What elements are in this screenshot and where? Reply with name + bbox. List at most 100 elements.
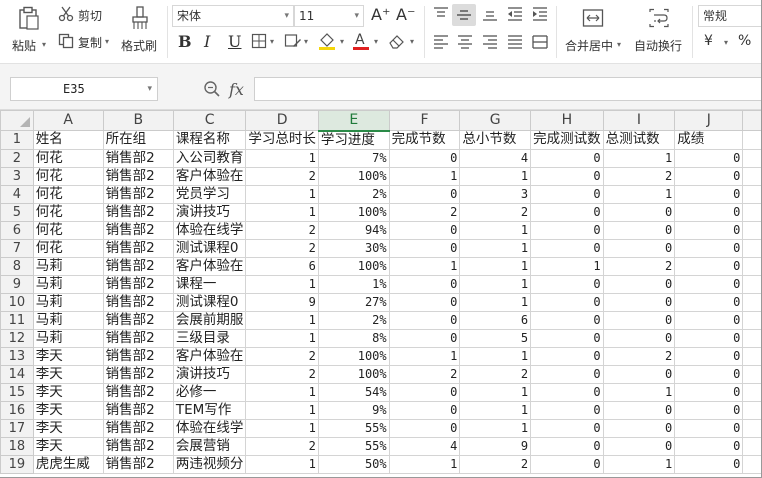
column-header-next[interactable] — [742, 110, 762, 131]
cell-f6[interactable]: 0 — [388, 220, 461, 240]
column-header-i[interactable]: I — [602, 110, 676, 131]
fx-icon[interactable]: fx — [229, 80, 244, 99]
cell-c3[interactable]: 客户体验在 — [172, 166, 247, 186]
merge-center-button[interactable]: 合并居中 ▾ — [562, 2, 624, 62]
cell-empty[interactable] — [742, 418, 762, 438]
cell-a12[interactable]: 马莉 — [32, 328, 104, 348]
cell-g11[interactable]: 6 — [459, 310, 532, 330]
cell-i2[interactable]: 1 — [602, 148, 676, 168]
row-header[interactable]: 14 — [0, 364, 34, 384]
cell-f1[interactable]: 完成节数 — [388, 130, 461, 150]
cell-b1[interactable]: 所在组 — [102, 130, 174, 150]
row-header[interactable]: 1 — [0, 130, 34, 150]
cell-f17[interactable]: 0 — [388, 418, 461, 438]
cell-j17[interactable]: 0 — [674, 418, 744, 438]
cell-j14[interactable]: 0 — [674, 364, 744, 384]
cell-a4[interactable]: 何花 — [32, 184, 104, 204]
cell-d1[interactable]: 学习总时长 — [245, 130, 319, 150]
cell-h19[interactable]: 0 — [530, 454, 604, 474]
cell-e5[interactable]: 100% — [317, 202, 390, 222]
cell-d9[interactable]: 1 — [245, 274, 319, 294]
cell-j5[interactable]: 0 — [674, 202, 744, 222]
cell-j16[interactable]: 0 — [674, 400, 744, 420]
cell-g8[interactable]: 1 — [459, 256, 532, 276]
cell-j19[interactable]: 0 — [674, 454, 744, 474]
row-header[interactable]: 7 — [0, 238, 34, 258]
row-header[interactable]: 5 — [0, 202, 34, 222]
cell-b8[interactable]: 销售部2 — [102, 256, 174, 276]
cell-i8[interactable]: 2 — [602, 256, 676, 276]
cell-f4[interactable]: 0 — [388, 184, 461, 204]
cell-j13[interactable]: 0 — [674, 346, 744, 366]
cell-g4[interactable]: 3 — [459, 184, 532, 204]
format-painter-button[interactable]: 格式刷 — [118, 2, 162, 62]
cell-d5[interactable]: 1 — [245, 202, 319, 222]
cell-empty[interactable] — [742, 274, 762, 294]
row-header[interactable]: 12 — [0, 328, 34, 348]
cell-c15[interactable]: 必修一 — [172, 382, 247, 402]
cell-f7[interactable]: 0 — [388, 238, 461, 258]
select-all-corner[interactable] — [0, 110, 34, 131]
column-header-h[interactable]: H — [530, 110, 604, 131]
cell-d14[interactable]: 2 — [245, 364, 319, 384]
cell-f18[interactable]: 4 — [388, 436, 461, 456]
cell-a15[interactable]: 李天 — [32, 382, 104, 402]
cell-h6[interactable]: 0 — [530, 220, 604, 240]
percent-button[interactable]: % — [738, 33, 751, 49]
cell-empty[interactable] — [742, 292, 762, 312]
align-bottom-icon[interactable] — [481, 6, 499, 22]
cell-a11[interactable]: 马莉 — [32, 310, 104, 330]
row-header[interactable]: 4 — [0, 184, 34, 204]
cell-d19[interactable]: 1 — [245, 454, 319, 474]
cell-e8[interactable]: 100% — [317, 256, 390, 276]
cell-g15[interactable]: 1 — [459, 382, 532, 402]
bold-button[interactable]: B — [178, 32, 192, 51]
cell-i17[interactable]: 0 — [602, 418, 676, 438]
cell-c4[interactable]: 党员学习 — [172, 184, 247, 204]
cell-h7[interactable]: 0 — [530, 238, 604, 258]
cell-g6[interactable]: 1 — [459, 220, 532, 240]
cell-i19[interactable]: 1 — [602, 454, 676, 474]
cell-h12[interactable]: 0 — [530, 328, 604, 348]
cell-i3[interactable]: 2 — [602, 166, 676, 186]
cell-h17[interactable]: 0 — [530, 418, 604, 438]
cell-d15[interactable]: 1 — [245, 382, 319, 402]
font-size-select[interactable]: 11 ▾ — [294, 5, 364, 27]
cell-b15[interactable]: 销售部2 — [102, 382, 174, 402]
cell-h3[interactable]: 0 — [530, 166, 604, 186]
row-header[interactable]: 18 — [0, 436, 34, 456]
paste-button[interactable]: 粘贴 ▾ — [8, 2, 50, 62]
cell-a18[interactable]: 李天 — [32, 436, 104, 456]
cell-b14[interactable]: 销售部2 — [102, 364, 174, 384]
cell-e18[interactable]: 55% — [317, 436, 390, 456]
cell-c12[interactable]: 三级目录 — [172, 328, 247, 348]
row-header[interactable]: 17 — [0, 418, 34, 438]
cell-j6[interactable]: 0 — [674, 220, 744, 240]
cell-j7[interactable]: 0 — [674, 238, 744, 258]
cell-empty[interactable] — [742, 220, 762, 240]
cell-f19[interactable]: 1 — [388, 454, 461, 474]
cell-a19[interactable]: 虎虎生威 — [32, 454, 104, 474]
cell-empty[interactable] — [742, 328, 762, 348]
currency-button[interactable]: ¥ — [704, 33, 713, 49]
cell-b10[interactable]: 销售部2 — [102, 292, 174, 312]
cell-i5[interactable]: 0 — [602, 202, 676, 222]
borders-button[interactable]: ▾ — [251, 33, 281, 51]
cell-b7[interactable]: 销售部2 — [102, 238, 174, 258]
cell-h9[interactable]: 0 — [530, 274, 604, 294]
cell-g7[interactable]: 1 — [459, 238, 532, 258]
cell-c9[interactable]: 课程一 — [172, 274, 247, 294]
cell-c2[interactable]: 入公司教育 — [172, 148, 247, 168]
cut-button[interactable]: 剪切 — [56, 6, 106, 24]
cell-j8[interactable]: 0 — [674, 256, 744, 276]
column-header-a[interactable]: A — [32, 110, 104, 131]
cell-d3[interactable]: 2 — [245, 166, 319, 186]
cell-a16[interactable]: 李天 — [32, 400, 104, 420]
cell-e7[interactable]: 30% — [317, 238, 390, 258]
cell-f13[interactable]: 1 — [388, 346, 461, 366]
cell-d10[interactable]: 9 — [245, 292, 319, 312]
column-header-c[interactable]: C — [172, 110, 247, 131]
cell-c16[interactable]: TEM写作 — [172, 400, 247, 420]
row-header[interactable]: 16 — [0, 400, 34, 420]
cell-c1[interactable]: 课程名称 — [172, 130, 247, 150]
